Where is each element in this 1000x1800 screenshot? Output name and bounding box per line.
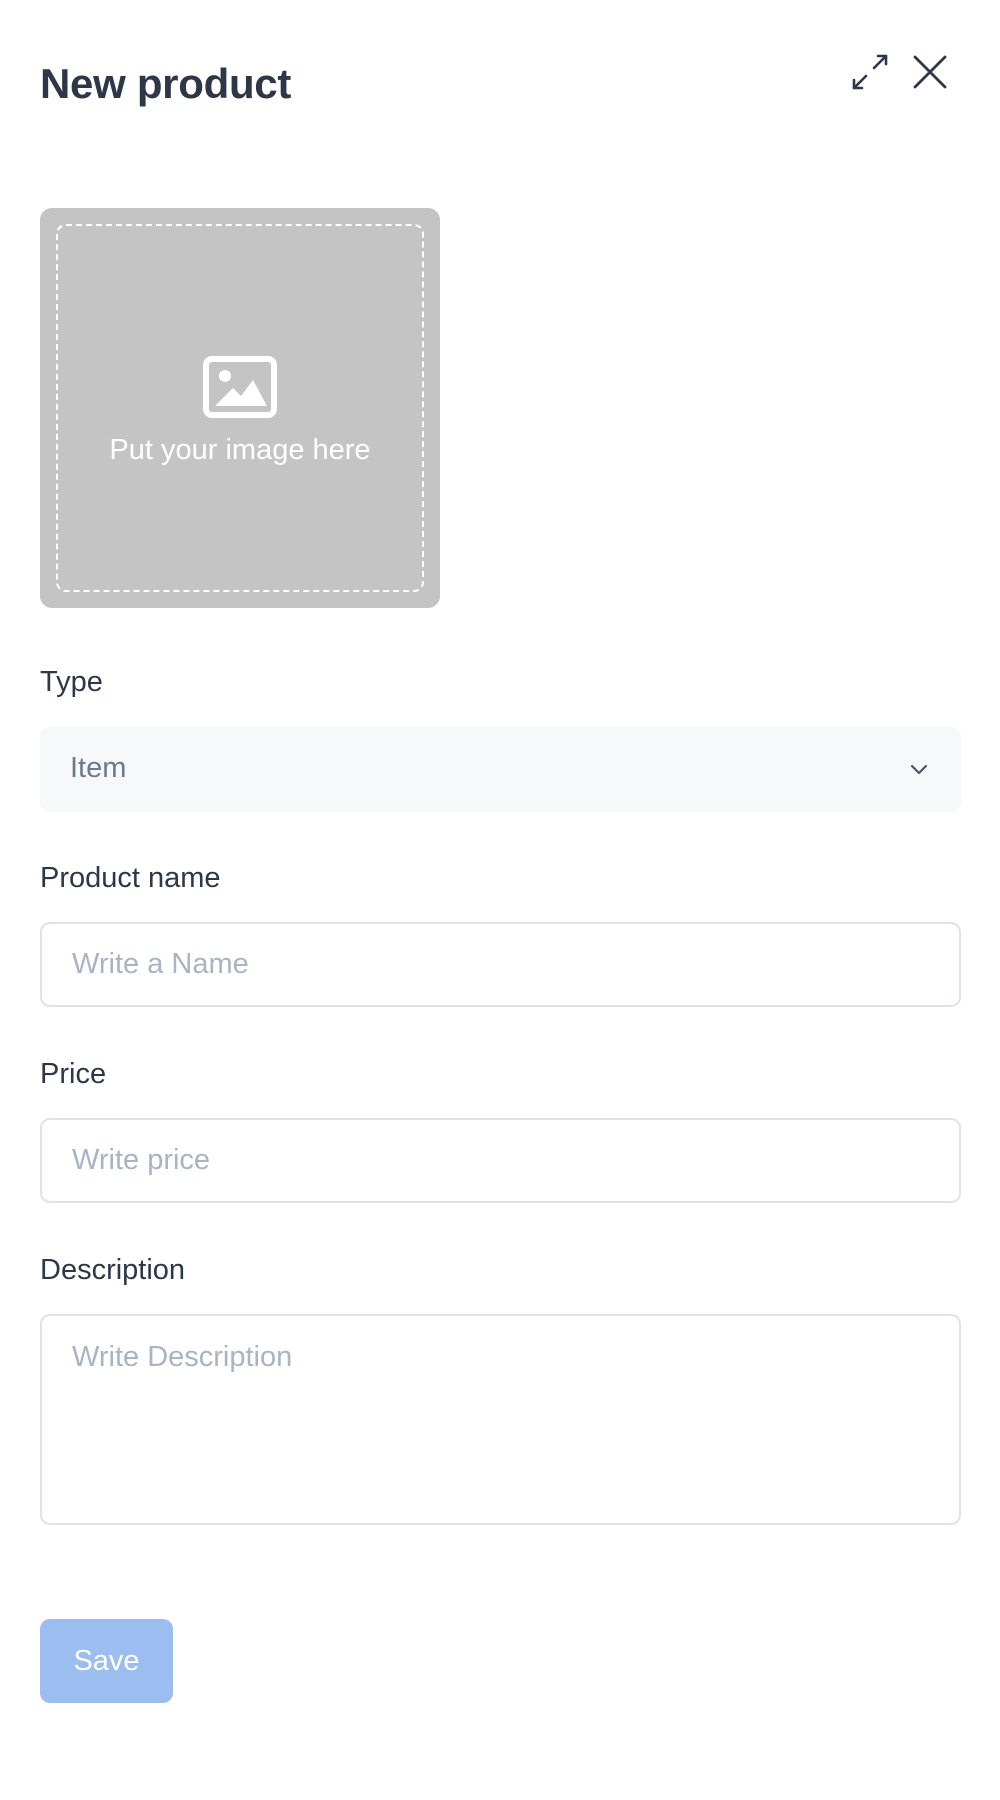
expand-button[interactable] bbox=[844, 46, 896, 98]
product-name-input[interactable] bbox=[40, 922, 961, 1007]
dropzone-text: Put your image here bbox=[109, 434, 371, 466]
description-label: Description bbox=[40, 1254, 186, 1286]
type-select[interactable]: Item bbox=[40, 727, 961, 812]
price-label: Price bbox=[40, 1058, 107, 1090]
image-icon bbox=[203, 356, 277, 418]
new-product-panel: New product Put your image here Type Ite… bbox=[0, 0, 1000, 1800]
type-select-value: Item bbox=[70, 752, 127, 784]
type-label: Type bbox=[40, 666, 103, 698]
save-button[interactable]: Save bbox=[40, 1619, 173, 1703]
product-name-label: Product name bbox=[40, 862, 221, 894]
close-button[interactable] bbox=[904, 46, 956, 98]
chevron-down-icon bbox=[910, 764, 928, 775]
page-title: New product bbox=[40, 60, 292, 107]
expand-arrows-icon bbox=[852, 54, 888, 90]
image-upload-dropzone[interactable]: Put your image here bbox=[40, 208, 440, 608]
description-textarea[interactable] bbox=[40, 1314, 961, 1525]
price-input[interactable] bbox=[40, 1118, 961, 1203]
close-icon bbox=[913, 55, 947, 89]
